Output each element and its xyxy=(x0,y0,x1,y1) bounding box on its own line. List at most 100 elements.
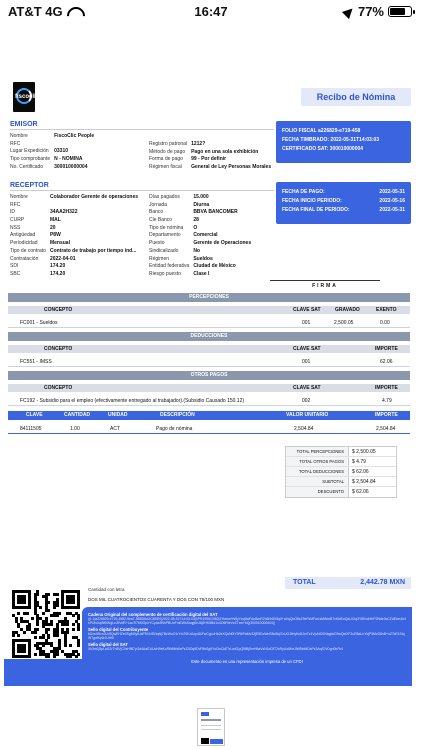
field-value: Mensual xyxy=(49,240,70,247)
qr-module xyxy=(41,644,45,648)
field-value: 28 xyxy=(193,217,199,224)
qr-module xyxy=(47,655,51,659)
box-label: FOLIO FISCAL a226829-e719-458 xyxy=(282,128,361,134)
qr-module xyxy=(28,655,32,659)
location-arrow-icon xyxy=(341,4,357,19)
field-value: 174.20 xyxy=(49,270,66,277)
field-label: Puesto xyxy=(149,240,165,247)
field-label: CURP xyxy=(10,217,25,224)
totals-value: $ 62.06 xyxy=(348,467,396,476)
field-label: Antigüedad xyxy=(10,232,36,239)
qr-module xyxy=(41,611,45,615)
col-clave-sat: CLAVE SAT xyxy=(293,346,321,352)
battery-fill xyxy=(390,8,405,15)
percepciones-band: PERCEPCIONES xyxy=(8,293,410,302)
status-right: 77% xyxy=(341,4,415,19)
box-label: FECHA FINAL DE PERIODO: xyxy=(282,207,350,213)
qr-module xyxy=(22,600,26,604)
qr-module xyxy=(77,628,81,632)
qr-module xyxy=(77,644,81,648)
totals-row: DESCUENTO $ 62.06 xyxy=(286,487,396,497)
field-label: Régimen fiscal xyxy=(149,164,182,171)
col-concepto: CONCEPTO xyxy=(44,307,73,313)
emisor-right-fields: Registro patronal 1212? Método de pago Pago… xyxy=(149,141,279,170)
box-row: FOLIO FISCAL a226829-e719-458 xyxy=(282,128,405,134)
receptor-divider xyxy=(10,190,274,191)
col-clave-sat: CLAVE SAT xyxy=(293,307,321,313)
field-value: O xyxy=(193,224,198,231)
field-label: Lugar Expedición xyxy=(10,148,49,155)
thumb-part xyxy=(201,712,209,716)
field-label: Tipo de contrato xyxy=(10,247,46,254)
field-label: Periodicidad xyxy=(10,240,38,247)
col-clave-sat: CLAVE SAT xyxy=(293,385,321,391)
payroll-receipt-page[interactable]: fiscoclic Recibo de Nómina EMISOR Nombre… xyxy=(4,78,418,686)
cell-unidad: ACT xyxy=(110,426,120,432)
field-label: Tipo de nómina xyxy=(149,224,184,231)
qr-module xyxy=(55,652,59,656)
col-valor-unitario: VALOR UNITARIO xyxy=(286,412,329,418)
totals-row: SUBTOTAL $ 2,504.84 xyxy=(286,477,396,487)
field-value xyxy=(54,141,130,147)
field-label: Régimen xyxy=(149,255,170,262)
emisor-heading: EMISOR xyxy=(10,121,38,128)
box-label: CERTIFICADO SAT: 300010000004 xyxy=(282,146,364,152)
grand-total-value: 2,442.78 MXN xyxy=(360,579,405,586)
field-value: Pago en una sola exhibición xyxy=(191,148,259,155)
thumb-part xyxy=(210,739,223,744)
field-label: No. Certificado xyxy=(10,163,44,170)
emisor-divider xyxy=(10,129,274,130)
qr-module xyxy=(47,636,51,640)
col-importe: IMPORTE xyxy=(375,412,398,418)
box-label: FECHA DE PAGO: xyxy=(282,189,325,195)
field-value: Sueldos xyxy=(193,255,213,262)
totals-label: DESCUENTO xyxy=(286,487,348,497)
col-exento: EXENTO xyxy=(376,307,397,313)
cell-gravado: 2,500.05 xyxy=(334,320,354,326)
page-thumbnail[interactable] xyxy=(197,708,225,746)
signature-line xyxy=(270,280,380,281)
field-label: Método de pago xyxy=(149,148,186,155)
table-row: 84111505 1.00 ACT Pago de nómina 2,504.8… xyxy=(8,424,410,434)
field-label: Días pagados xyxy=(149,194,180,200)
field-label: Tipo comprobante xyxy=(10,156,51,163)
box-row: CERTIFICADO SAT: 300010000004 xyxy=(282,146,405,152)
field-label: RFC xyxy=(10,140,21,147)
qr-module xyxy=(36,628,40,632)
field-value: No xyxy=(193,247,200,254)
field-value: 15.000 xyxy=(193,194,209,200)
field-value: Diurna xyxy=(193,201,210,208)
sello-sat-text: Xk3mQ8pLw2ZrTn5VjC0sHfB7yGd4AaE1iUoN9eKc… xyxy=(88,647,343,651)
qr-code-icon xyxy=(12,590,81,659)
box-row: FECHA FINAL DE PERIODO: 2022-05-31 xyxy=(282,207,405,213)
cell-valor-unitario: 2,504.84 xyxy=(294,426,314,432)
cfdi-footer-note: Este documento es una representación imp… xyxy=(191,659,303,664)
period-dates-box: FECHA DE PAGO: 2022-05-31 FECHA INICIO PER… xyxy=(276,182,411,224)
cell-concepto: FC551 - IMSS xyxy=(20,359,52,365)
qr-module xyxy=(39,606,43,610)
field-label: Banco xyxy=(149,209,164,216)
cell-clave-sat: 001 xyxy=(302,320,311,326)
box-value: 2022-05-31 xyxy=(379,189,405,195)
qr-module xyxy=(71,600,75,604)
qr-module xyxy=(55,603,59,607)
grand-total: TOTAL 2,442.78 MXN xyxy=(285,577,411,589)
otros-pagos-band: OTROS PAGOS xyxy=(8,371,410,380)
thumb-part xyxy=(201,729,221,730)
field-value: BBVA BANCOMER xyxy=(193,209,238,216)
field-value: 300010000004 xyxy=(54,163,88,170)
col-cantidad: CANTIDAD xyxy=(64,412,91,418)
qr-module xyxy=(28,606,32,610)
qr-module xyxy=(58,611,62,615)
field-value: 2022-04-01 xyxy=(49,255,76,262)
field-label: Nombre xyxy=(10,194,28,200)
col-gravado: GRAVADO xyxy=(335,307,360,313)
totals-table: TOTAL PERCEPCIONES $ 2,500.05 TOTAL OTROS … xyxy=(285,446,397,498)
field-value: Colaborador Gerente de operaciones xyxy=(49,194,139,200)
totals-value: $ 2,500.05 xyxy=(348,447,396,456)
col-importe: IMPORTE xyxy=(375,385,398,391)
cell-importe: 4.79 xyxy=(382,398,392,404)
totals-label: TOTAL PERCEPCIONES xyxy=(286,447,348,456)
field-value: 1212? xyxy=(191,141,206,147)
receptor-right-fields: Días pagados 15.000 Jornada Diurna Banco BBVA… xyxy=(149,194,279,277)
